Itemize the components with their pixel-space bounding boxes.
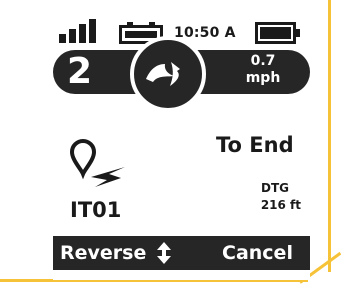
reverse-button-label: Reverse <box>60 242 147 264</box>
cancel-button[interactable]: Cancel <box>222 239 293 267</box>
waypoint-name: IT01 <box>70 198 122 222</box>
destination-label: To End <box>216 133 294 157</box>
heading-compass-icon <box>146 62 180 86</box>
speed-unit: mph <box>245 70 281 86</box>
battery-icon <box>255 22 300 44</box>
up-down-arrows-icon <box>157 242 172 264</box>
dtg-label: DTG <box>261 181 289 195</box>
dtg-value: 216 ft <box>260 198 301 212</box>
waypoint-pin-icon <box>69 138 125 187</box>
signal-bars-icon <box>59 17 99 43</box>
cancel-button-label: Cancel <box>222 242 293 264</box>
speed-value: 0.7 <box>250 53 276 69</box>
frame-edge-right <box>328 0 331 272</box>
route-leg-number: 2 <box>67 51 93 92</box>
device-screen: 10:50 A 2 0.7 mph IT01 To End DTG 216 ft… <box>53 0 310 280</box>
reverse-button[interactable]: Reverse <box>60 239 172 267</box>
heading-compass[interactable] <box>130 36 206 112</box>
